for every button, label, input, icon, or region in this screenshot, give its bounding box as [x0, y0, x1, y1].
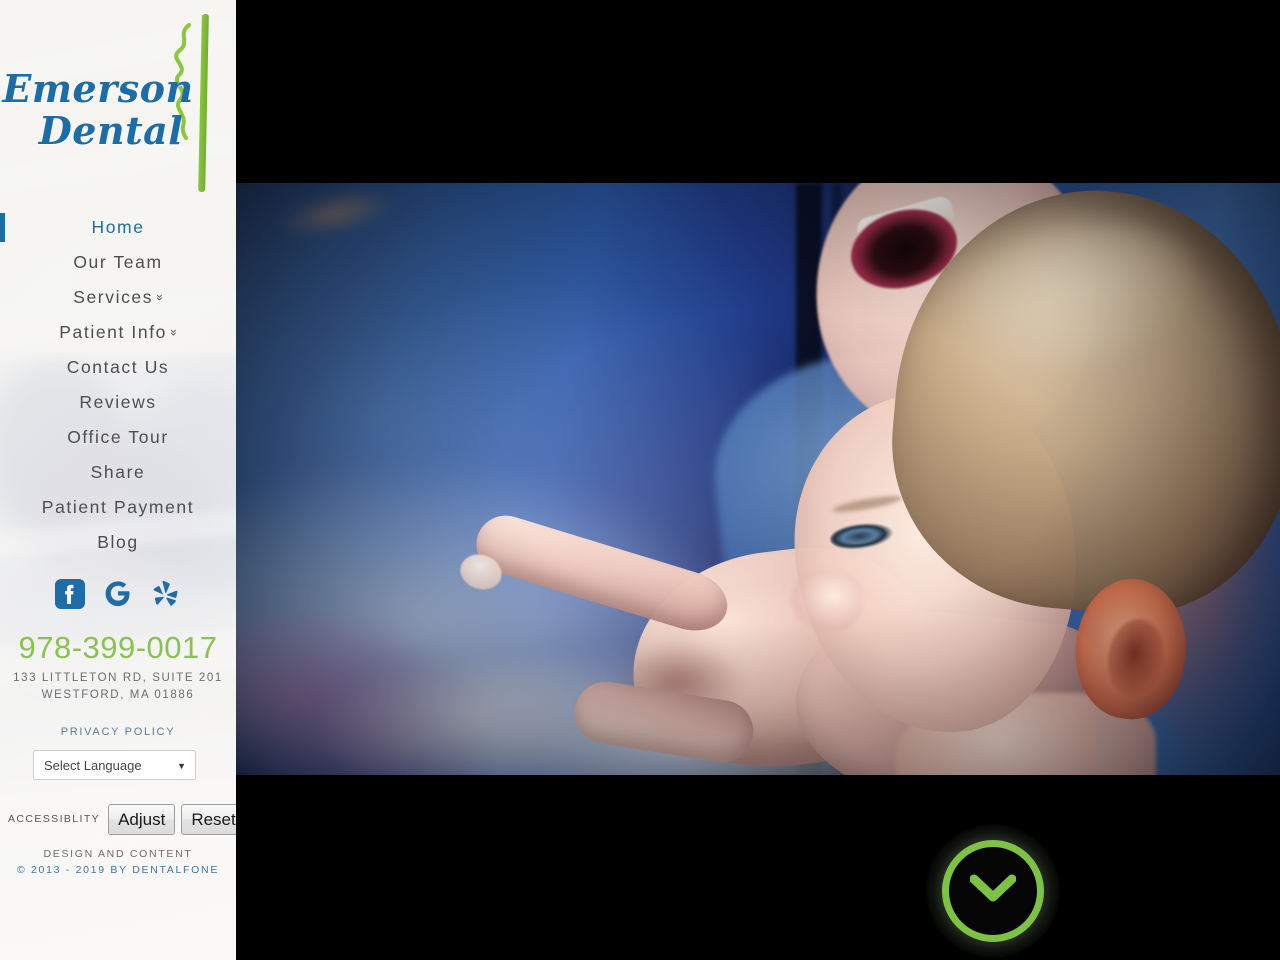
nav-item-reviews[interactable]: Reviews — [0, 385, 236, 420]
facebook-icon — [55, 579, 85, 609]
social-links — [0, 578, 236, 610]
nav-label: Our Team — [73, 252, 163, 272]
nav-item-patient-payment[interactable]: Patient Payment — [0, 490, 236, 525]
phone-number[interactable]: 978-399-0017 — [0, 630, 236, 666]
address: 133 LITTLETON RD, SUITE 201 WESTFORD, MA… — [0, 670, 236, 704]
address-line-2: WESTFORD, MA 01886 — [41, 689, 195, 701]
chevron-down-icon — [970, 874, 1016, 902]
nav-item-office-tour[interactable]: Office Tour — [0, 420, 236, 455]
credit-line-1: DESIGN AND CONTENT — [43, 848, 193, 860]
privacy-policy-link[interactable]: PRIVACY POLICY — [0, 726, 236, 738]
site-logo[interactable]: Emerson Dental — [0, 0, 236, 200]
hero-image — [236, 183, 1280, 775]
address-line-1: 133 LITTLETON RD, SUITE 201 — [13, 672, 223, 684]
credit-line-2[interactable]: © 2013 - 2019 BY DENTALFONE — [0, 862, 236, 878]
language-selector: Select Language ▼ — [33, 750, 196, 780]
nav-label: Reviews — [79, 392, 157, 412]
nav-label: Office Tour — [67, 427, 169, 447]
nav-label: Contact Us — [66, 357, 170, 377]
nav-item-contact-us[interactable]: Contact Us — [0, 350, 236, 385]
nav-item-home[interactable]: Home — [0, 210, 236, 245]
nav-item-patient-info[interactable]: Patient Info» — [0, 315, 236, 350]
google-icon — [105, 581, 130, 607]
nav-label: Patient Info — [59, 322, 168, 342]
google-link[interactable] — [102, 578, 134, 610]
chevron-down-icon: » — [166, 329, 181, 336]
logo-green-bar — [198, 14, 209, 192]
site-credit: DESIGN AND CONTENT © 2013 - 2019 BY DENT… — [0, 846, 236, 878]
chevron-down-icon: » — [152, 294, 167, 301]
nav-label: Blog — [97, 532, 139, 552]
nav-item-blog[interactable]: Blog — [0, 525, 236, 560]
accessibility-label: ACCESSIBLITY — [8, 813, 101, 825]
nav-label: Home — [91, 217, 145, 237]
nav-label: Share — [90, 462, 146, 482]
facebook-link[interactable] — [54, 578, 86, 610]
yelp-link[interactable] — [150, 578, 182, 610]
logo-text: Emerson Dental — [0, 68, 196, 152]
logo-line-1: Emerson — [2, 66, 194, 111]
adjust-button[interactable]: Adjust — [108, 803, 176, 835]
main-navigation: Home Our Team Services» Patient Info» Co… — [0, 210, 236, 560]
accessibility-controls: ACCESSIBLITY Adjust Reset — [0, 802, 236, 836]
language-select[interactable]: Select Language — [33, 750, 196, 780]
nav-item-our-team[interactable]: Our Team — [0, 245, 236, 280]
nav-item-services[interactable]: Services» — [0, 280, 236, 315]
yelp-icon — [153, 580, 178, 606]
girl-figure — [784, 183, 1280, 775]
scroll-down-button[interactable] — [926, 824, 1060, 958]
hero-section — [236, 0, 1280, 960]
page-root: Emerson Dental Home Our Team Services» P… — [0, 0, 1280, 960]
sidebar: Emerson Dental Home Our Team Services» P… — [0, 0, 236, 960]
reset-button[interactable]: Reset — [181, 803, 236, 835]
logo-line-2: Dental — [38, 108, 184, 153]
nav-label: Patient Payment — [41, 497, 195, 517]
nav-item-share[interactable]: Share — [0, 455, 236, 490]
active-indicator — [0, 213, 5, 242]
